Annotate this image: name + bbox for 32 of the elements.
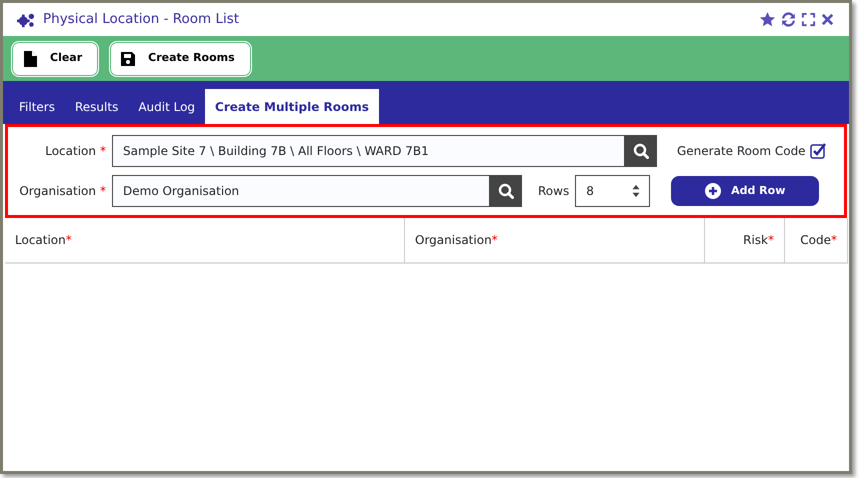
rows-spinner[interactable]: 8 <box>575 175 650 207</box>
field-label: Rows <box>538 183 570 200</box>
column-header: Location* <box>5 218 405 264</box>
column-header: Risk* <box>705 218 785 264</box>
tab[interactable]: Create Multiple Rooms <box>205 89 379 124</box>
column-header: Organisation* <box>405 218 705 264</box>
search-button[interactable] <box>625 135 657 167</box>
toolbar-button[interactable]: Create Rooms <box>109 40 252 76</box>
plus-circle-icon <box>705 183 722 199</box>
close-icon <box>820 12 835 27</box>
checkbox-label: Generate Room Code <box>677 143 806 160</box>
required-mark: * <box>100 183 106 200</box>
refresh-icon <box>780 11 797 28</box>
organisation-field[interactable]: Demo Organisation <box>112 175 490 207</box>
field-label: Location <box>45 143 96 160</box>
search-icon <box>498 183 514 199</box>
tab[interactable]: Results <box>64 89 128 124</box>
document-icon <box>22 50 38 66</box>
tab[interactable]: Audit Log <box>128 89 206 124</box>
add-row-button[interactable]: Add Row <box>671 176 820 206</box>
window-title: Physical Location - Room List <box>43 10 240 30</box>
checkbox[interactable] <box>810 143 826 159</box>
field-label: Organisation <box>19 183 96 200</box>
search-icon <box>633 143 649 159</box>
toolbar-button[interactable]: Clear <box>11 40 100 76</box>
tab[interactable]: Filters <box>9 89 65 124</box>
search-button[interactable] <box>490 175 522 207</box>
expand-icon <box>801 12 816 27</box>
column-header: Code* <box>785 218 848 264</box>
required-mark: * <box>100 143 106 160</box>
star-icon <box>759 11 776 28</box>
location-field[interactable]: Sample Site 7 \ Building 7B \ All Floors \ WARD 7B1 <box>112 135 625 167</box>
